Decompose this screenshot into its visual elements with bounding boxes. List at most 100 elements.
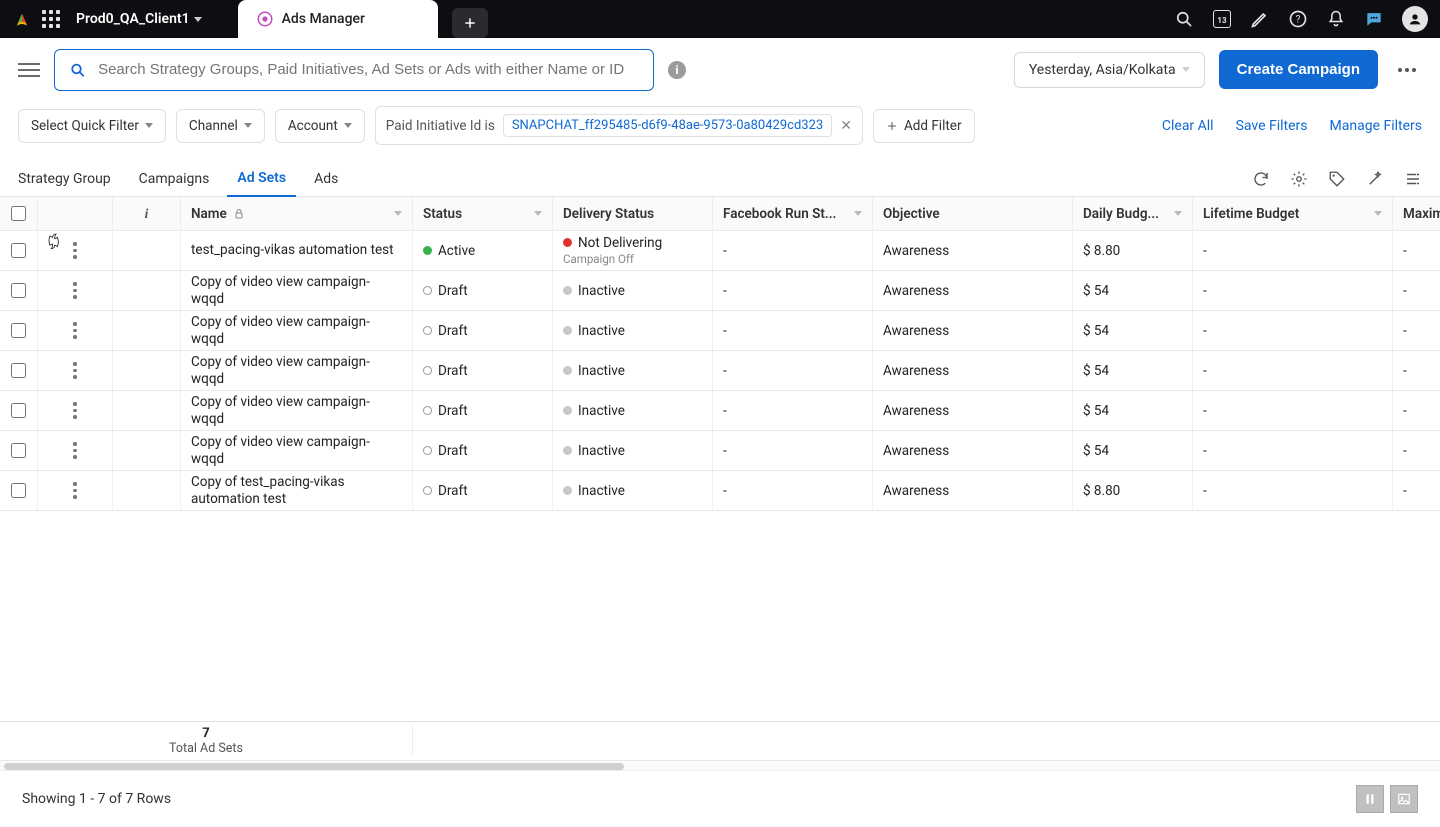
row-checkbox[interactable] — [11, 403, 26, 418]
cursor-icon — [44, 231, 60, 253]
filter-label: Paid Initiative Id is — [386, 118, 495, 134]
row-fb: - — [723, 443, 727, 459]
user-avatar[interactable] — [1402, 6, 1428, 32]
columns-icon[interactable] — [1404, 170, 1422, 188]
table-row[interactable]: Copy of video view campaign-wqqd Draft I… — [0, 351, 1440, 391]
applied-filter: Paid Initiative Id is SNAPCHAT_ff295485-… — [375, 106, 863, 145]
scrollbar-thumb[interactable] — [4, 763, 624, 770]
tab-campaigns[interactable]: Campaigns — [129, 161, 220, 197]
plus-icon — [886, 120, 898, 132]
remove-filter-button[interactable]: ✕ — [840, 119, 852, 133]
client-selector[interactable]: Prod0_QA_Client1 — [70, 11, 208, 27]
table-row[interactable]: Copy of video view campaign-wqqd Draft I… — [0, 431, 1440, 471]
table-row[interactable]: Copy of video view campaign-wqqd Draft I… — [0, 271, 1440, 311]
row-daily: $ 54 — [1083, 443, 1109, 459]
chevron-down-icon — [244, 123, 252, 128]
row-lifetime: - — [1203, 323, 1207, 339]
tab-ad-sets[interactable]: Ad Sets — [227, 161, 296, 197]
row-fb: - — [723, 283, 727, 299]
row-max: - — [1403, 283, 1407, 299]
chevron-down-icon — [1182, 67, 1190, 72]
info-column-header[interactable]: i — [113, 197, 181, 230]
quick-filter-selector[interactable]: Select Quick Filter — [18, 109, 166, 143]
more-actions-button[interactable] — [1392, 55, 1422, 85]
table-row[interactable]: Copy of video view campaign-wqqd Draft I… — [0, 391, 1440, 431]
tab-strategy-group[interactable]: Strategy Group — [18, 161, 121, 197]
row-delivery: Inactive — [578, 483, 625, 499]
select-all-checkbox[interactable] — [11, 206, 26, 221]
row-menu-button[interactable] — [73, 402, 77, 419]
row-name: Copy of video view campaign-wqqd — [191, 434, 402, 468]
add-tab-button[interactable] — [452, 8, 488, 38]
image-button[interactable] — [1390, 785, 1418, 813]
grid-menu-icon[interactable] — [42, 10, 60, 28]
refresh-icon[interactable] — [1252, 170, 1270, 188]
row-menu-button[interactable] — [73, 482, 77, 499]
row-checkbox[interactable] — [11, 483, 26, 498]
sort-icon[interactable] — [854, 211, 862, 216]
row-daily: $ 54 — [1083, 403, 1109, 419]
search-icon[interactable] — [1174, 9, 1194, 29]
bottom-bar: Showing 1 - 7 of 7 Rows — [0, 771, 1440, 827]
row-checkbox[interactable] — [11, 323, 26, 338]
save-filters-link[interactable]: Save Filters — [1236, 118, 1308, 134]
clear-all-link[interactable]: Clear All — [1162, 118, 1214, 134]
bell-icon[interactable] — [1326, 9, 1346, 29]
sort-icon[interactable] — [394, 211, 402, 216]
filter-value[interactable]: SNAPCHAT_ff295485-d6f9-48ae-9573-0a80429… — [503, 114, 832, 137]
table: i Name Status Delivery Status Facebook R… — [0, 197, 1440, 771]
sub-header: i Yesterday, Asia/Kolkata Create Campaig… — [0, 38, 1440, 102]
showing-text: Showing 1 - 7 of 7 Rows — [22, 791, 171, 807]
edit-icon[interactable] — [1250, 9, 1270, 29]
app-logo[interactable] — [12, 9, 32, 29]
row-checkbox[interactable] — [11, 443, 26, 458]
gear-icon[interactable] — [1290, 170, 1308, 188]
row-menu-button[interactable] — [73, 282, 77, 299]
table-row[interactable]: Copy of video view campaign-wqqd Draft I… — [0, 311, 1440, 351]
col-max-label: Maxim — [1403, 206, 1440, 222]
add-filter-label: Add Filter — [904, 118, 962, 134]
wand-icon[interactable] — [1366, 170, 1384, 188]
tab-ads[interactable]: Ads — [304, 161, 348, 197]
row-menu-button[interactable] — [73, 362, 77, 379]
row-status: Draft — [438, 363, 468, 379]
create-campaign-button[interactable]: Create Campaign — [1219, 50, 1378, 89]
chat-icon[interactable] — [1364, 9, 1384, 29]
help-icon[interactable]: ? — [1288, 9, 1308, 29]
row-fb: - — [723, 323, 727, 339]
manage-filters-link[interactable]: Manage Filters — [1330, 118, 1422, 134]
pause-button[interactable] — [1356, 785, 1384, 813]
sort-icon[interactable] — [1374, 211, 1382, 216]
row-checkbox[interactable] — [11, 283, 26, 298]
horizontal-scrollbar[interactable] — [0, 761, 1440, 771]
search-field-wrap[interactable] — [54, 49, 654, 91]
row-checkbox[interactable] — [11, 243, 26, 258]
row-checkbox[interactable] — [11, 363, 26, 378]
table-row[interactable]: test_pacing-vikas automation test Active… — [0, 231, 1440, 271]
account-selector[interactable]: Account — [275, 109, 365, 143]
status-dot-icon — [423, 246, 432, 255]
calendar-icon[interactable]: 13 — [1212, 9, 1232, 29]
date-range-selector[interactable]: Yesterday, Asia/Kolkata — [1014, 52, 1205, 88]
row-status: Draft — [438, 483, 468, 499]
row-delivery: Inactive — [578, 283, 625, 299]
hamburger-icon[interactable] — [18, 63, 40, 77]
row-menu-button[interactable] — [73, 242, 77, 259]
tag-icon[interactable] — [1328, 170, 1346, 188]
row-fb: - — [723, 243, 727, 259]
add-filter-button[interactable]: Add Filter — [873, 109, 975, 143]
row-menu-button[interactable] — [73, 442, 77, 459]
col-name-label: Name — [191, 206, 227, 222]
row-status: Draft — [438, 443, 468, 459]
search-input[interactable] — [98, 61, 639, 78]
table-row[interactable]: Copy of test_pacing-vikas automation tes… — [0, 471, 1440, 511]
row-daily: $ 54 — [1083, 323, 1109, 339]
app-tab-ads-manager[interactable]: Ads Manager — [238, 0, 438, 38]
channel-selector[interactable]: Channel — [176, 109, 265, 143]
sort-icon[interactable] — [534, 211, 542, 216]
row-menu-button[interactable] — [73, 322, 77, 339]
row-name: test_pacing-vikas automation test — [191, 242, 394, 259]
row-delivery: Inactive — [578, 403, 625, 419]
sort-icon[interactable] — [1174, 211, 1182, 216]
info-icon[interactable]: i — [668, 61, 686, 79]
